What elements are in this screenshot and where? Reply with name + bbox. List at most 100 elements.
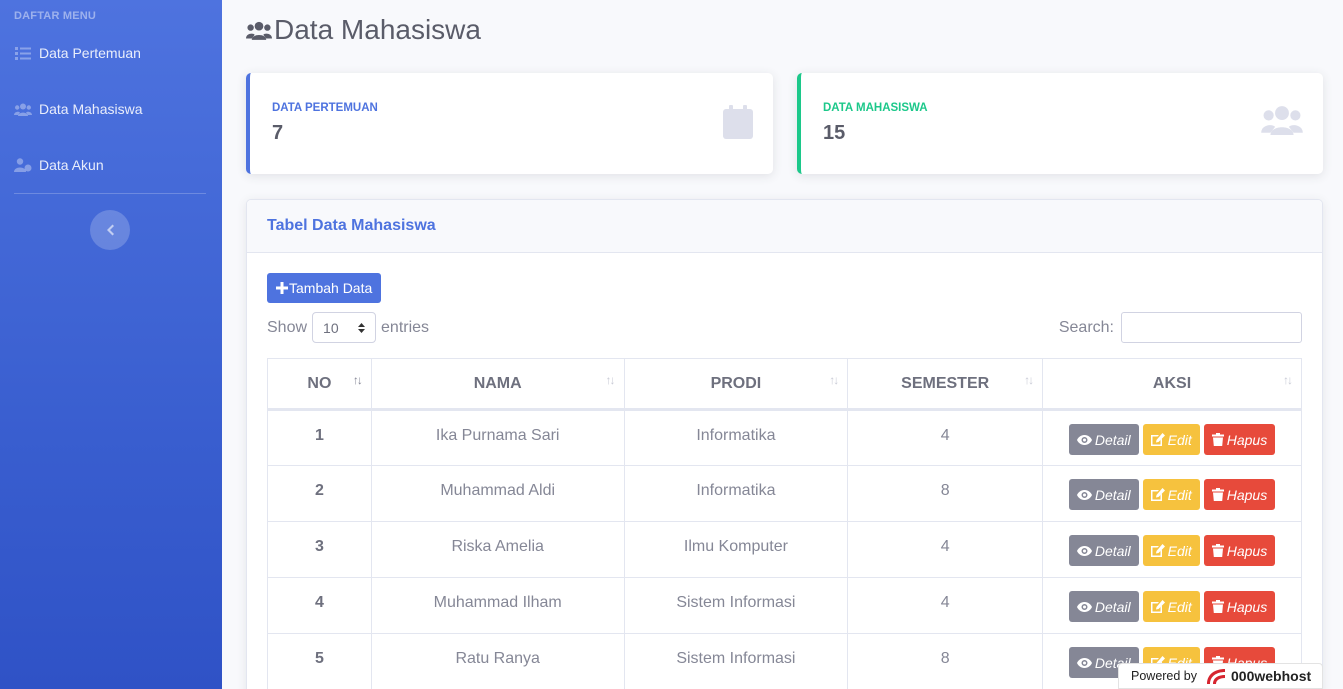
- chevron-left-icon: [106, 224, 114, 236]
- delete-label: Hapus: [1226, 486, 1268, 503]
- sidebar-item-label: Data Akun: [39, 157, 104, 173]
- edit-icon: [1150, 433, 1168, 446]
- eye-icon: [1076, 489, 1095, 500]
- table-row: 1 Ika Purnama Sari Informatika 4 Detail Edit H…: [267, 409, 1302, 466]
- entries-select[interactable]: 10: [312, 312, 377, 343]
- detail-button[interactable]: Detail: [1068, 424, 1139, 455]
- cell-semester: 8: [847, 465, 1044, 522]
- cell-aksi: Detail Edit Hapus: [1042, 409, 1302, 466]
- cell-nama: Ratu Ranya: [370, 633, 625, 689]
- delete-label: Hapus: [1226, 542, 1268, 559]
- sidebar-divider: [14, 193, 206, 194]
- table-header-row: NO ↑↓ NAMA ↑↓ PRODI ↑↓ SEMESTER ↑↓ AKSI ↑↓: [267, 358, 1302, 411]
- sidebar-item-data-akun[interactable]: Data Akun: [0, 145, 222, 185]
- data-table: NO ↑↓ NAMA ↑↓ PRODI ↑↓ SEMESTER ↑↓ AKSI ↑↓ 1I…: [267, 358, 1302, 689]
- edit-button[interactable]: Edit: [1142, 535, 1200, 566]
- search-label: Search:: [1058, 318, 1114, 336]
- eye-icon: [1076, 657, 1095, 668]
- detail-button[interactable]: Detail: [1068, 591, 1139, 622]
- search-input[interactable]: [1121, 312, 1302, 343]
- edit-label: Edit: [1167, 542, 1192, 559]
- cell-nama: Muhammad Ilham: [370, 577, 625, 634]
- add-data-label: Tambah Data: [289, 280, 373, 296]
- detail-label: Detail: [1094, 431, 1131, 448]
- users-icon: [246, 21, 272, 40]
- column-header-nama[interactable]: NAMA ↑↓: [370, 358, 625, 411]
- search: Search:: [1059, 312, 1302, 343]
- edit-icon: [1150, 544, 1168, 557]
- trash-icon: [1211, 600, 1227, 613]
- entries-select-value: 10: [323, 319, 339, 336]
- cell-no: 1: [267, 409, 372, 466]
- cell-nama: Ika Purnama Sari: [370, 409, 625, 466]
- eye-icon: [1076, 545, 1095, 556]
- page-title-text: Data Mahasiswa: [274, 14, 481, 45]
- sort-icon: ↑↓: [352, 373, 363, 387]
- stat-value: 7: [272, 122, 284, 144]
- select-arrows-icon: [358, 322, 366, 333]
- page-title: Data Mahasiswa: [246, 14, 481, 46]
- sort-icon: ↑↓: [1024, 373, 1034, 387]
- column-header-semester[interactable]: SEMESTER ↑↓: [847, 358, 1044, 411]
- users-icon: [14, 102, 32, 116]
- cell-prodi: Sistem Informasi: [623, 633, 849, 689]
- edit-button[interactable]: Edit: [1142, 479, 1200, 510]
- delete-button[interactable]: Hapus: [1203, 591, 1276, 622]
- sidebar-item-data-pertemuan[interactable]: Data Pertemuan: [0, 33, 222, 73]
- sidebar-toggle-button[interactable]: [90, 210, 130, 250]
- delete-label: Hapus: [1226, 598, 1268, 615]
- sidebar-item-label: Data Mahasiswa: [39, 101, 143, 117]
- detail-label: Detail: [1094, 542, 1131, 559]
- stat-value: 15: [823, 122, 846, 144]
- cell-semester: 4: [847, 577, 1044, 634]
- column-header-aksi[interactable]: AKSI ↑↓: [1042, 358, 1302, 411]
- cell-aksi: Detail Edit Hapus: [1042, 465, 1302, 522]
- detail-button[interactable]: Detail: [1068, 535, 1139, 566]
- cell-no: 3: [267, 521, 372, 578]
- powered-by-badge[interactable]: Powered by 000webhost: [1118, 663, 1323, 689]
- cell-no: 2: [267, 465, 372, 522]
- cell-nama: Riska Amelia: [370, 521, 625, 578]
- powered-by-label: Powered by: [1131, 669, 1198, 683]
- table-card-title: Tabel Data Mahasiswa: [247, 200, 1322, 253]
- cell-semester: 8: [847, 633, 1044, 689]
- show-entries: Show 10 entries: [267, 312, 429, 343]
- add-data-button[interactable]: Tambah Data: [267, 273, 382, 303]
- column-header-no[interactable]: NO ↑↓: [267, 358, 372, 411]
- delete-button[interactable]: Hapus: [1203, 424, 1276, 455]
- table-row: 4 Muhammad Ilham Sistem Informasi 4 Detail Ed…: [267, 577, 1302, 634]
- stat-label: DATA PERTEMUAN: [272, 102, 378, 114]
- detail-button[interactable]: Detail: [1068, 479, 1139, 510]
- webhost-brand: 000webhost: [1231, 668, 1312, 684]
- sidebar-item-label: Data Pertemuan: [39, 45, 141, 61]
- edit-button[interactable]: Edit: [1142, 424, 1200, 455]
- edit-label: Edit: [1167, 486, 1192, 503]
- calendar-icon: [723, 105, 753, 144]
- webhost-logo-icon: [1197, 668, 1227, 684]
- delete-button[interactable]: Hapus: [1203, 479, 1276, 510]
- delete-button[interactable]: Hapus: [1203, 535, 1276, 566]
- sort-icon: ↑↓: [829, 373, 839, 387]
- cell-aksi: Detail Edit Hapus: [1042, 577, 1302, 634]
- cell-no: 4: [267, 577, 372, 634]
- sort-icon: ↑↓: [605, 373, 616, 387]
- list-icon: [14, 46, 32, 60]
- eye-icon: [1076, 601, 1095, 612]
- plus-icon: [276, 282, 289, 294]
- cell-prodi: Informatika: [623, 465, 849, 522]
- sidebar-item-data-mahasiswa[interactable]: Data Mahasiswa: [0, 89, 222, 129]
- stat-card-data-mahasiswa: DATA MAHASISWA 15: [797, 73, 1323, 174]
- edit-label: Edit: [1167, 431, 1192, 448]
- stat-card-data-pertemuan: DATA PERTEMUAN 7: [246, 73, 773, 174]
- sort-icon: ↑↓: [1283, 373, 1293, 387]
- user-cog-icon: [14, 158, 32, 172]
- stat-label: DATA MAHASISWA: [823, 102, 928, 114]
- eye-icon: [1076, 434, 1095, 445]
- show-label: Show: [267, 318, 308, 336]
- trash-icon: [1211, 488, 1227, 501]
- delete-label: Hapus: [1226, 431, 1268, 448]
- column-header-prodi[interactable]: PRODI ↑↓: [623, 358, 849, 411]
- entries-label: entries: [381, 318, 430, 336]
- edit-button[interactable]: Edit: [1142, 591, 1200, 622]
- cell-prodi: Informatika: [623, 409, 849, 466]
